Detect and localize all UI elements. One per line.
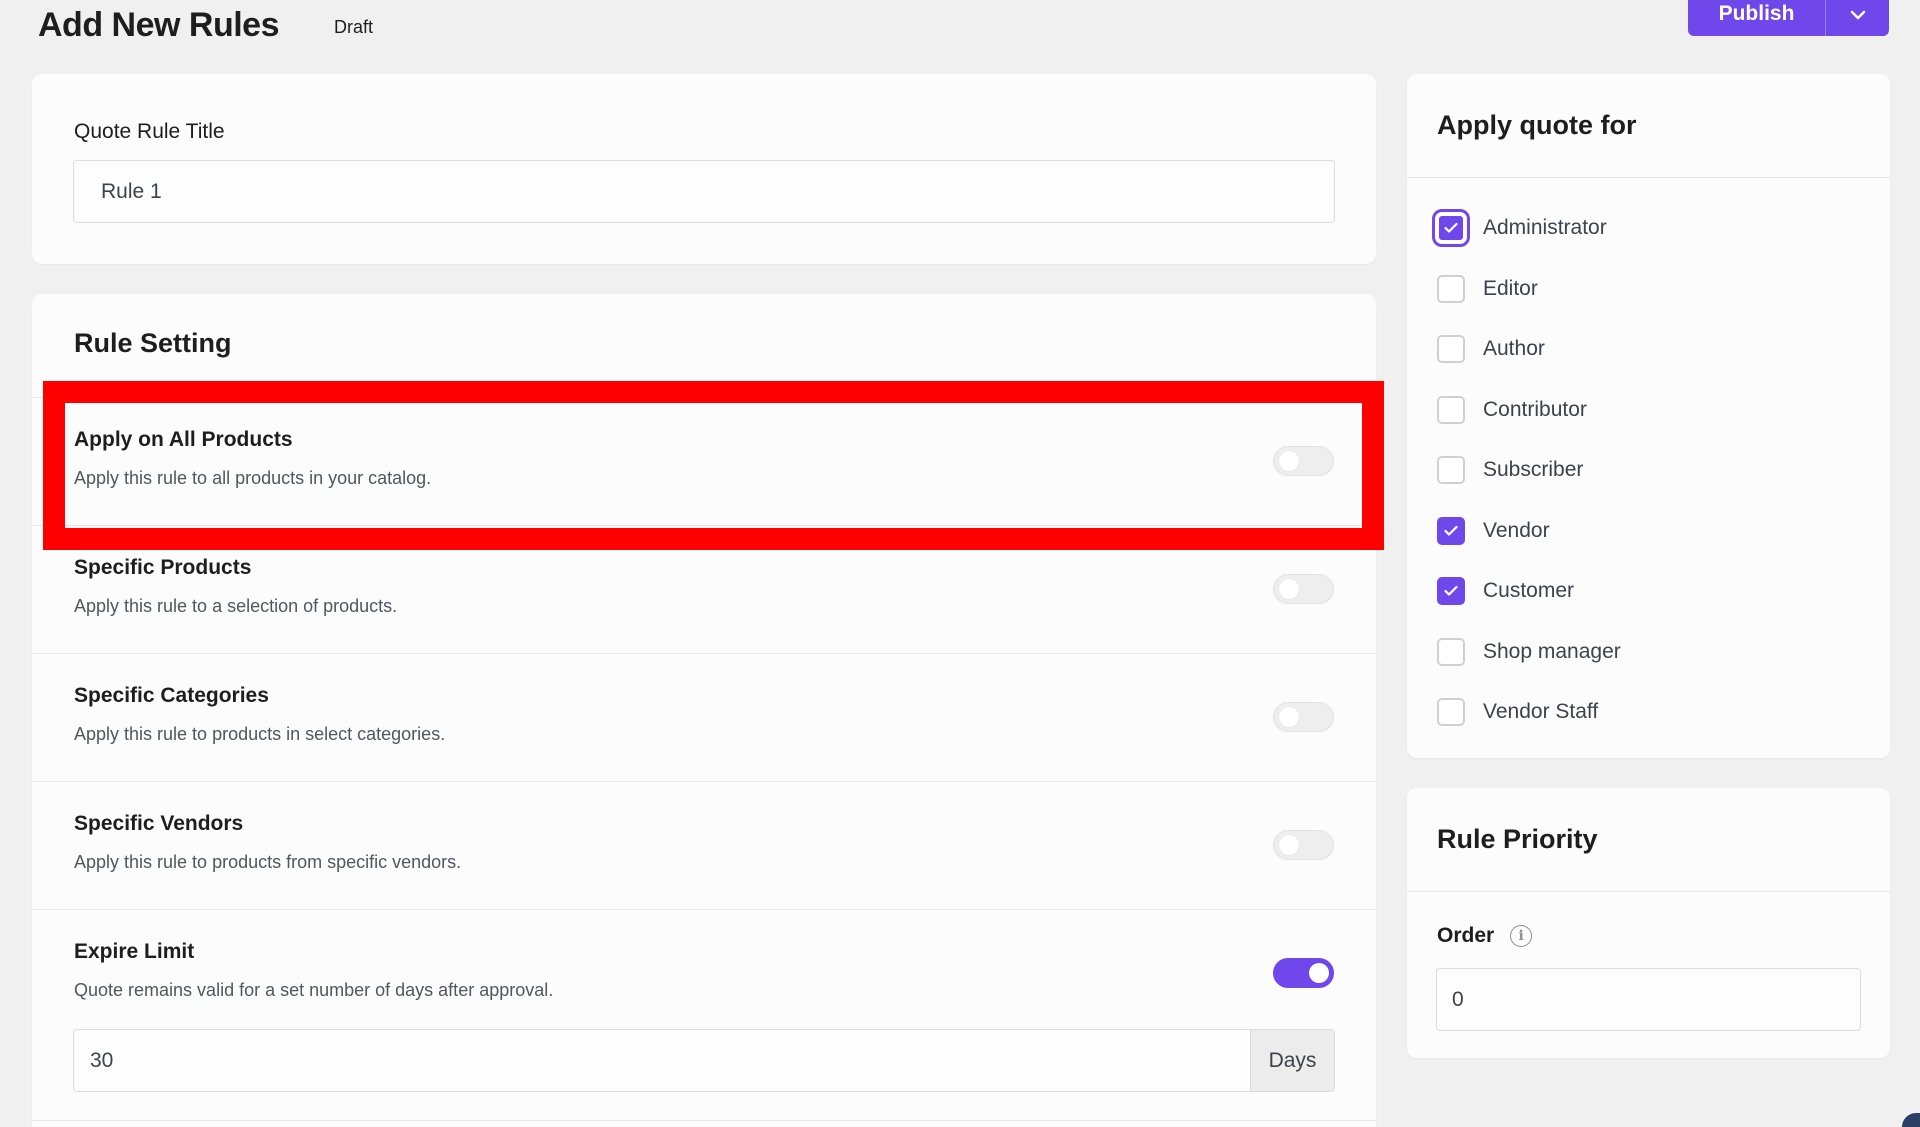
quote-title-input[interactable]: Rule 1 — [73, 160, 1335, 223]
page-title: Add New Rules — [38, 6, 279, 44]
rule-row-specific-categories: Specific Categories Apply this rule to p… — [32, 653, 1376, 781]
expire-days-input[interactable]: 30 — [74, 1030, 1250, 1091]
role-label: Administrator — [1483, 216, 1607, 239]
rule-description: Apply this rule to products in select ca… — [74, 724, 446, 744]
role-option-vendor-staff[interactable]: Vendor Staff — [1437, 694, 1598, 730]
expire-days-field: 30 Days — [73, 1029, 1335, 1092]
quote-title-label: Quote Rule Title — [74, 120, 225, 143]
rule-row-specific-vendors: Specific Vendors Apply this rule to prod… — [32, 781, 1376, 909]
role-checkbox[interactable] — [1437, 638, 1465, 666]
specific-categories-toggle[interactable] — [1273, 702, 1334, 732]
toggle-knob — [1279, 579, 1299, 599]
role-option-subscriber[interactable]: Subscriber — [1437, 452, 1583, 488]
rule-title: Specific Categories — [74, 684, 269, 707]
apply-quote-for-card: Apply quote for Administrator Editor Aut… — [1407, 74, 1890, 758]
specific-products-toggle[interactable] — [1273, 574, 1334, 604]
rule-title: Expire Limit — [74, 940, 195, 963]
role-checkbox[interactable] — [1437, 396, 1465, 424]
checkmark-icon — [1444, 525, 1458, 536]
role-label: Vendor — [1483, 519, 1550, 542]
rule-row-expire-limit: Expire Limit Quote remains valid for a s… — [32, 909, 1376, 1127]
rule-description: Apply this rule to products from specifi… — [74, 852, 462, 872]
rule-setting-heading: Rule Setting — [74, 328, 232, 358]
role-label: Author — [1483, 337, 1545, 360]
role-checkbox[interactable] — [1437, 517, 1465, 545]
status-badge: Draft — [334, 17, 374, 37]
order-input[interactable]: 0 — [1436, 968, 1861, 1031]
rule-title: Specific Products — [74, 556, 252, 579]
role-option-vendor[interactable]: Vendor — [1437, 513, 1550, 549]
role-checkbox[interactable] — [1437, 577, 1465, 605]
role-option-shop-manager[interactable]: Shop manager — [1437, 634, 1621, 670]
role-label: Editor — [1483, 277, 1538, 300]
publish-button-group: Publish — [1688, 0, 1889, 36]
toggle-knob — [1279, 835, 1299, 855]
order-label: Order — [1437, 924, 1495, 947]
role-label: Customer — [1483, 579, 1575, 602]
role-checkbox[interactable] — [1432, 209, 1470, 247]
role-option-contributor[interactable]: Contributor — [1437, 392, 1587, 428]
divider — [1407, 891, 1890, 892]
publish-button[interactable]: Publish — [1688, 0, 1825, 36]
rule-row-divider — [32, 1120, 1376, 1127]
role-label: Subscriber — [1483, 458, 1584, 481]
role-label: Contributor — [1483, 398, 1587, 421]
rule-description: Apply this rule to a selection of produc… — [74, 596, 398, 616]
rule-description: Quote remains valid for a set number of … — [74, 980, 554, 1000]
rule-priority-card: Rule Priority Order i 0 — [1407, 788, 1890, 1058]
role-option-author[interactable]: Author — [1437, 331, 1545, 367]
role-checkbox[interactable] — [1437, 275, 1465, 303]
days-suffix-label: Days — [1250, 1030, 1334, 1091]
role-option-editor[interactable]: Editor — [1437, 271, 1538, 307]
role-checkbox[interactable] — [1437, 335, 1465, 363]
info-icon[interactable]: i — [1510, 925, 1533, 947]
publish-options-toggle[interactable] — [1825, 0, 1889, 36]
order-label-row: Order i — [1437, 924, 1533, 948]
highlight-annotation-box — [43, 381, 1384, 550]
role-checkbox[interactable] — [1437, 456, 1465, 484]
role-label: Vendor Staff — [1483, 700, 1599, 723]
role-checkbox[interactable] — [1437, 698, 1465, 726]
toggle-knob — [1279, 707, 1299, 727]
role-option-administrator[interactable]: Administrator — [1432, 209, 1607, 247]
rule-priority-heading: Rule Priority — [1437, 824, 1598, 854]
role-option-customer[interactable]: Customer — [1437, 573, 1574, 609]
quote-title-card: Quote Rule Title Rule 1 — [32, 74, 1376, 264]
divider — [1407, 177, 1890, 178]
toggle-knob — [1309, 963, 1329, 983]
specific-vendors-toggle[interactable] — [1273, 830, 1334, 860]
checkmark-icon — [1444, 222, 1458, 233]
corner-decoration — [1902, 1113, 1920, 1127]
role-label: Shop manager — [1483, 640, 1621, 663]
apply-quote-for-heading: Apply quote for — [1437, 110, 1637, 140]
expire-limit-toggle[interactable] — [1273, 958, 1334, 988]
rule-title: Specific Vendors — [74, 812, 244, 835]
checkmark-icon — [1444, 585, 1458, 596]
chevron-down-icon — [1850, 10, 1865, 20]
